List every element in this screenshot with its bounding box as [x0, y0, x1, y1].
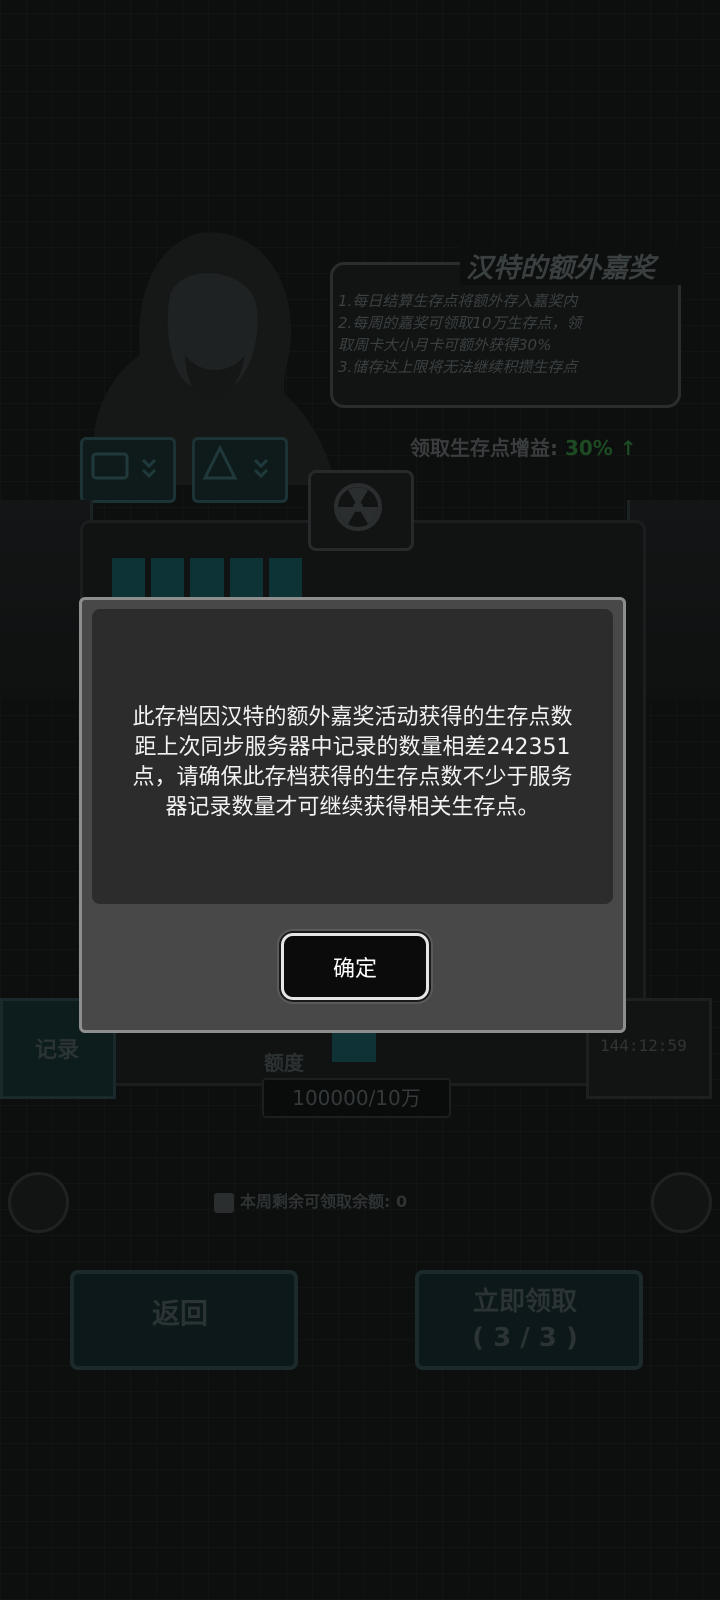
quota-label: 额度 — [264, 1051, 304, 1075]
vip-pass-button[interactable] — [192, 437, 288, 503]
event-rule-line: 取周卡大小月卡可额外获得30% — [338, 336, 552, 354]
event-rules-list: 1.每日结算生存点将额外存入嘉奖内 2.每周的嘉奖可领取10万生存点，领 取周卡… — [338, 290, 658, 378]
claim-button-label: 立即领取 ( 3 / 3 ) — [415, 1284, 635, 1356]
weekly-remaining-text: 本周剩余可领取余额: 0 — [240, 1192, 408, 1211]
radiation-vent — [308, 470, 414, 551]
card-icon — [91, 452, 157, 480]
claim-label-text: 立即领取 — [472, 1287, 577, 1317]
bonus-value: 30% — [564, 436, 613, 460]
back-button-label: 返回 — [151, 1297, 208, 1330]
level-bar — [229, 558, 263, 598]
up-arrow-icon: ↑ — [619, 436, 637, 460]
quota-indicator — [332, 1032, 376, 1062]
radiation-small-icon — [214, 1192, 234, 1213]
dialog-message-panel: 此存档因汉特的额外嘉奖活动获得的生存点数 距上次同步服务器中记录的数量相差242… — [92, 609, 613, 904]
event-rule-line: 1.每日结算生存点将额外存入嘉奖内 — [338, 292, 578, 310]
level-bar — [190, 558, 224, 598]
sync-warning-dialog: 此存档因汉特的额外嘉奖活动获得的生存点数 距上次同步服务器中记录的数量相差242… — [79, 597, 626, 1033]
event-rule-line: 2.每周的嘉奖可领取10万生存点，领 — [338, 314, 582, 332]
event-rule-line: 3.储存达上限将无法继续积攒生存点 — [338, 358, 578, 376]
game-screen: 汉特的额外嘉奖 1.每日结算生存点将额外存入嘉奖内 2.每周的嘉奖可领取10万生… — [0, 0, 720, 1600]
level-bar — [268, 558, 303, 598]
quota-value: 100000/10万 — [262, 1078, 451, 1118]
radiation-icon — [334, 483, 382, 531]
left-bolt — [8, 1172, 69, 1233]
card-pass-button[interactable] — [80, 437, 176, 503]
right-bolt — [651, 1172, 712, 1233]
bonus-label: 领取生存点增益: — [410, 436, 558, 460]
level-bar — [112, 558, 146, 598]
weekly-remaining: 本周剩余可领取余额: 0 — [214, 1188, 407, 1213]
bonus-row: 领取生存点增益: 30% ↑ — [410, 432, 637, 461]
level-bar — [151, 558, 185, 598]
storage-level-bars — [112, 558, 303, 598]
dialog-message: 此存档因汉特的额外嘉奖活动获得的生存点数 距上次同步服务器中记录的数量相差242… — [132, 705, 573, 820]
emblem-icon — [202, 444, 269, 480]
event-title: 汉特的额外嘉奖 — [460, 246, 702, 285]
confirm-button[interactable]: 确定 — [281, 933, 429, 1000]
record-label: 记录 — [35, 1038, 80, 1063]
countdown-timer: 144:12:59 — [600, 1036, 687, 1055]
claim-count: ( 3 / 3 ) — [472, 1323, 578, 1353]
